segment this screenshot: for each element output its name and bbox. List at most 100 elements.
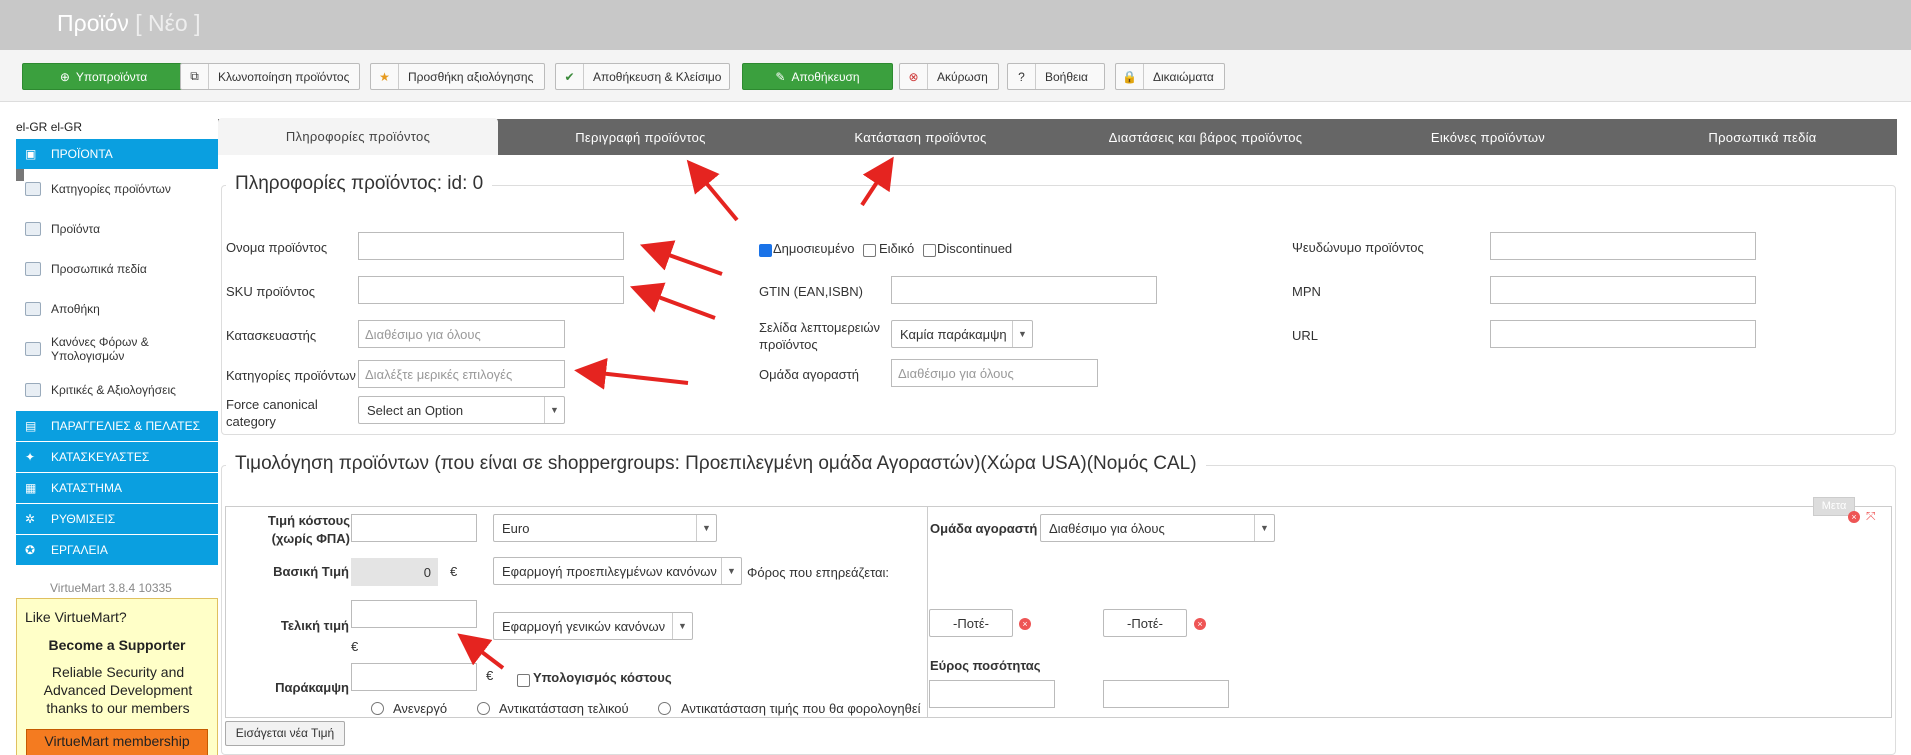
qty-from-input[interactable] (929, 680, 1055, 708)
sidebar-item-tax-rules[interactable]: Κανόνες Φόρων & Υπολογισμών (16, 333, 218, 365)
cancel-button[interactable]: ⊗ Ακύρωση (899, 63, 999, 90)
subproducts-button[interactable]: ⊕ Υποπροϊόντα (22, 63, 185, 90)
tab-description[interactable]: Περιγραφή προϊόντος (503, 119, 778, 155)
sku-input[interactable] (358, 276, 624, 304)
final-price-input[interactable] (351, 600, 477, 628)
canonical-select[interactable]: Select an Option ▼ (358, 396, 565, 424)
sidebar-section-tools[interactable]: ✪ ΕΡΓΑΛΕΙΑ (16, 535, 218, 565)
detail-page-select[interactable]: Καμία παράκαμψη ▼ (891, 320, 1033, 348)
radio-replace-taxable[interactable] (658, 702, 671, 715)
tab-dimensions[interactable]: Διαστάσεις και βάρος προϊόντος (1063, 119, 1348, 155)
product-name-input[interactable] (358, 232, 624, 260)
save-button[interactable]: ✎ Αποθήκευση (742, 63, 893, 90)
published-label: Δημοσιευμένο (773, 241, 855, 256)
chevron-down-icon: ▼ (544, 397, 564, 423)
support-box: Like VirtueMart? Become a Supporter Reli… (16, 598, 218, 755)
date-from-input[interactable]: -Ποτέ- (929, 609, 1013, 637)
expand-icon[interactable]: ⤧ (1866, 509, 1876, 524)
radio-inactive[interactable] (371, 702, 384, 715)
ad-line2: Become a Supporter (48, 637, 186, 653)
tab-images[interactable]: Εικόνες προϊόντων (1353, 119, 1623, 155)
sidebar-section-manufacturers[interactable]: ✦ ΚΑΤΑΣΚΕΥΑΣΤΕΣ (16, 442, 218, 472)
close-circle-icon: ⊗ (900, 64, 928, 89)
mpn-label: MPN (1292, 284, 1321, 299)
tab-product-info[interactable]: Πληροφορίες προϊόντος (218, 118, 498, 155)
plus-circle-icon: ⊕ (59, 69, 70, 84)
special-checkbox[interactable] (863, 244, 876, 257)
remove-price-icon[interactable]: × (1848, 511, 1860, 523)
calc-cost-checkbox[interactable] (517, 674, 530, 687)
sidebar-section-settings[interactable]: ✲ ΡΥΘΜΙΣΕΙΣ (16, 504, 218, 534)
cost-price-input[interactable] (351, 514, 477, 542)
cost-price-label: Τιμή κόστους (χωρίς ΦΠΑ) (267, 513, 350, 546)
ad-line1: Like VirtueMart? (25, 609, 127, 625)
page-title: Προϊόν [ Νέο ] (57, 10, 201, 36)
radio-replace-final[interactable] (477, 702, 490, 715)
general-rules-select[interactable]: Εφαρμογή γενικών κανόνων ▼ (493, 612, 693, 640)
tab-bar: Πληροφορίες προϊόντος Περιγραφή προϊόντο… (218, 118, 1897, 155)
gtin-label: GTIN (EAN,ISBN) (759, 284, 864, 299)
radio-replace-final-label: Αντικατάσταση τελικού (499, 701, 629, 716)
chevron-down-icon: ▼ (1254, 515, 1274, 541)
comment-icon (25, 383, 41, 397)
product-name-label: Ονομα προϊόντος (226, 240, 328, 255)
clone-button[interactable]: ⧉ Κλωνοποίηση προϊόντος (180, 63, 360, 90)
tab-status[interactable]: Κατάσταση προϊόντος (783, 119, 1058, 155)
clear-date-to-icon[interactable]: × (1194, 618, 1206, 630)
sidebar-item-reviews[interactable]: Κριτικές & Αξιολογήσεις (16, 377, 218, 403)
question-icon: ? (1008, 64, 1036, 89)
gtin-input[interactable] (891, 276, 1157, 304)
sidebar-item-custom-fields[interactable]: Προσωπικά πεδία (16, 256, 218, 282)
override-input[interactable] (351, 663, 477, 691)
pricing-buyer-group-select[interactable]: Διαθέσιμο για όλους ▼ (1040, 514, 1275, 542)
tab-custom-fields[interactable]: Προσωπικά πεδία (1628, 119, 1897, 155)
qty-to-input[interactable] (1103, 680, 1229, 708)
folder-icon (25, 182, 41, 196)
box-icon: ▣ (25, 147, 37, 161)
final-price-label: Τελική τιμή (280, 618, 349, 633)
sidebar-item-categories[interactable]: Κατηγορίες προϊόντων (16, 176, 218, 202)
sidebar-item-inventory[interactable]: Αποθήκη (16, 296, 218, 322)
categories-label: Κατηγορίες προϊόντων (226, 368, 356, 383)
sidebar-section-orders[interactable]: ▤ ΠΑΡΑΓΓΕΛΙΕΣ & ΠΕΛΑΤΕΣ (16, 411, 218, 441)
override-euro-symbol: € (486, 668, 494, 683)
price-divider (927, 506, 928, 718)
add-rating-button[interactable]: ★ Προσθήκη αξιολόγησης (370, 63, 545, 90)
settings-icon: ✲ (25, 512, 36, 526)
default-rules-select[interactable]: Εφαρμογή προεπιλεγμένων κανόνων ▼ (493, 557, 742, 585)
permissions-button[interactable]: 🔒 Δικαιώματα (1115, 63, 1225, 90)
toolbar: ⊕ Υποπροϊόντα ⧉ Κλωνοποίηση προϊόντος ★ Προ… (0, 50, 1911, 102)
radio-inactive-label: Ανενεργό (393, 701, 448, 716)
discontinued-checkbox[interactable] (923, 244, 936, 257)
save-close-button[interactable]: ✔ Αποθήκευση & Κλείσιμο (555, 63, 730, 90)
currency-select[interactable]: Euro ▼ (493, 514, 717, 542)
membership-button[interactable]: VirtueMart membership (26, 729, 208, 755)
product-icon (25, 222, 41, 236)
copy-icon: ⧉ (181, 64, 209, 89)
buyer-group-select[interactable]: Διαθέσιμο για όλους (891, 359, 1098, 387)
sidebar-section-shop[interactable]: ▦ ΚΑΤΑΣΤΗΜΑ (16, 473, 218, 503)
shop-icon: ▦ (25, 481, 37, 495)
add-new-price-button[interactable]: Εισάγεται νέα Τιμή (225, 721, 345, 746)
canonical-label: Force canonical category (226, 397, 318, 429)
calculator-icon (25, 342, 41, 356)
sku-label: SKU προϊόντος (226, 284, 316, 299)
sidebar-section-products[interactable]: ▣ ΠΡΟΪΟΝΤΑ (16, 139, 218, 169)
qty-range-label: Εύρος ποσότητας (930, 658, 1041, 673)
url-input[interactable] (1490, 320, 1756, 348)
alias-input[interactable] (1490, 232, 1756, 260)
radio-replace-taxable-label: Αντικατάσταση τιμής που θα φορολογηθεί (681, 701, 921, 716)
pricing-legend: Τιμολόγηση προϊόντων (που είναι σε shopp… (226, 453, 1206, 475)
clear-date-from-icon[interactable]: × (1019, 618, 1031, 630)
pricing-buyer-group-label: Ομάδα αγοραστή (930, 521, 1038, 536)
date-to-input[interactable]: -Ποτέ- (1103, 609, 1187, 637)
tools-icon: ✪ (25, 543, 36, 557)
special-label: Ειδικό (879, 241, 915, 256)
help-button[interactable]: ? Βοήθεια (1007, 63, 1105, 90)
manufacturer-select[interactable]: Διαθέσιμο για όλους (358, 320, 565, 348)
mpn-input[interactable] (1490, 276, 1756, 304)
categories-select[interactable]: Διαλέξτε μερικές επιλογές (358, 360, 565, 388)
sidebar-item-products[interactable]: Προϊόντα (16, 216, 218, 242)
discontinued-label: Discontinued (937, 241, 1013, 256)
published-checkbox[interactable] (759, 244, 772, 257)
